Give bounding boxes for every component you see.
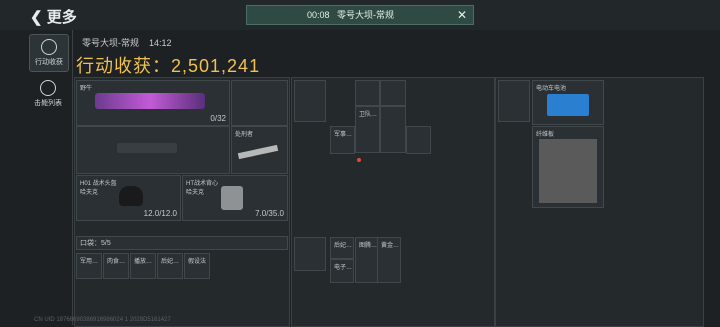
vest-name: HT战术背心 <box>186 181 218 187</box>
new-dot-icon <box>357 158 361 162</box>
tab-kills-label: 击毙列表 <box>34 100 62 107</box>
knife-icon <box>237 144 279 160</box>
pouch-item-4[interactable]: 后妃… <box>157 253 183 279</box>
bag-item-9[interactable]: 后妃… <box>330 237 354 259</box>
vest-durability-current: 7.0 <box>255 209 267 218</box>
loot-total: 行动收获：2,501,241 <box>76 52 260 78</box>
map-name: 零号大坝-常规 <box>82 38 139 48</box>
bag-item-4[interactable]: 军事… <box>330 126 355 154</box>
time: 14:12 <box>149 38 172 48</box>
slot-primary-gun[interactable]: 野牛 0/32 <box>76 80 230 126</box>
slot-empty-gun[interactable] <box>76 126 230 174</box>
back-button[interactable]: ❮ 更多 <box>30 6 77 27</box>
timer: 00:08 <box>307 10 330 20</box>
footer-uid: CN UID 18768690386916986024 1 2028D51614… <box>34 317 171 323</box>
vest-durability-max: /35.0 <box>266 209 284 218</box>
bag-item-2[interactable] <box>355 80 380 106</box>
fiberboard-icon <box>539 139 597 203</box>
mode: 零号大坝-常规 <box>337 10 395 20</box>
container-battery[interactable]: 电动车电池 <box>532 80 604 125</box>
pouch-item-1[interactable]: 军用… <box>76 253 102 279</box>
loot-total-value: 2,501,241 <box>171 56 261 76</box>
slot-melee[interactable]: 处刑者 <box>231 126 288 174</box>
gun-image <box>95 93 205 109</box>
helmet-durability: 12.0/12.0 <box>143 209 177 218</box>
bag-item-1[interactable] <box>294 80 326 122</box>
rifle-placeholder-icon <box>117 143 177 153</box>
tab-loot[interactable]: 行动收获 <box>29 34 69 72</box>
bag-item-10[interactable]: 电子… <box>330 259 354 283</box>
vest-maker: 哈夫克 <box>186 190 205 196</box>
match-banner: 00:08 零号大坝-常规 ✕ <box>246 5 474 25</box>
helmet-icon <box>119 186 143 206</box>
slot-secondary[interactable] <box>231 80 288 126</box>
tab-loot-label: 行动收获 <box>35 59 63 66</box>
pouch-item-5[interactable]: 假设法 <box>184 253 210 279</box>
pouch-item-3[interactable]: 播放… <box>130 253 156 279</box>
slot-helmet[interactable]: H01 战术头盔 哈夫克 12.0/12.0 <box>76 175 181 221</box>
loot-total-label: 行动收获： <box>76 56 171 76</box>
battery-icon <box>547 94 589 116</box>
target-icon <box>41 39 57 55</box>
helmet-maker: 哈夫克 <box>80 190 99 196</box>
pouch-label: 口袋：5/5 <box>80 240 111 247</box>
bag-item-5[interactable]: 卫队… <box>355 106 380 153</box>
summary-line: 零号大坝-常规 14:12 <box>82 36 172 49</box>
top-bar: ❮ 更多 00:08 零号大坝-常规 ✕ <box>0 0 720 30</box>
tab-kills[interactable]: 击毙列表 <box>29 76 67 112</box>
slot-vest[interactable]: HT战术背心 哈夫克 7.0/35.0 <box>182 175 288 221</box>
pouch-item-2[interactable]: 肉食… <box>103 253 129 279</box>
bag-item-7[interactable] <box>406 126 431 154</box>
chevron-left-icon: ❮ <box>30 9 43 26</box>
bag-item-11[interactable]: 图腾… <box>355 237 379 283</box>
gun-name: 野牛 <box>80 86 93 92</box>
container-fiberboard[interactable]: 纤维板 <box>532 126 604 208</box>
back-label: 更多 <box>46 9 77 26</box>
bag-item-12[interactable]: 黄金… <box>377 237 401 283</box>
bag-item-6[interactable] <box>380 106 406 153</box>
pouch-bar: 口袋：5/5 <box>76 236 288 250</box>
container-item-1[interactable] <box>498 80 530 122</box>
helmet-name: H01 战术头盔 <box>80 181 117 187</box>
melee-name: 处刑者 <box>235 132 254 138</box>
close-icon[interactable]: ✕ <box>457 6 467 24</box>
gun-ammo: 0/32 <box>210 114 226 123</box>
bag-item-8[interactable] <box>294 237 326 271</box>
soldier-icon <box>40 80 56 96</box>
bag-item-3[interactable] <box>380 80 406 106</box>
vest-icon <box>221 186 243 210</box>
sidebar: 行动收获 击毙列表 <box>24 30 73 325</box>
